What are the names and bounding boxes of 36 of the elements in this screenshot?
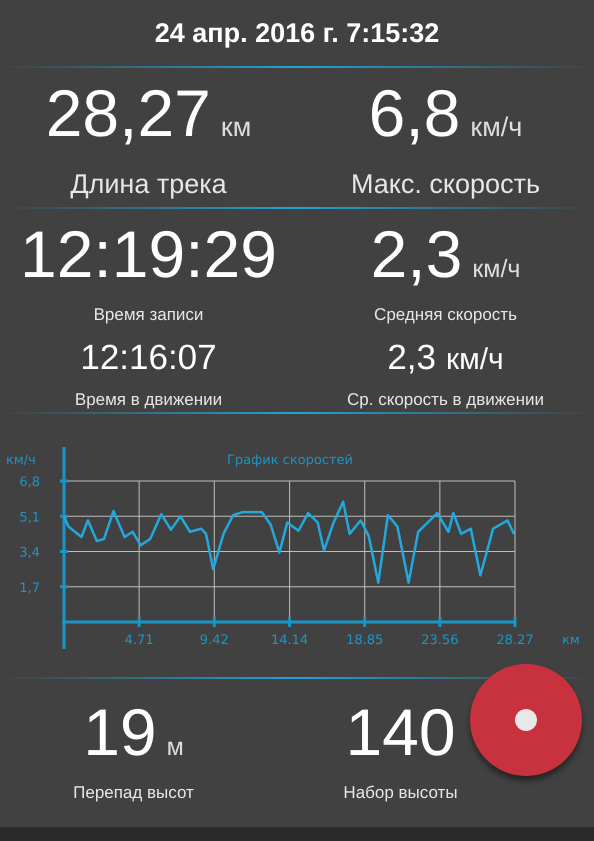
x-tick-label: 14.14 — [270, 633, 308, 648]
y-tick-label: 1,7 — [19, 580, 40, 596]
stat-label: Длина трека — [70, 168, 227, 201]
stat-value: 12:16:07 — [80, 340, 217, 374]
stat-value: 19 — [83, 699, 157, 765]
stat-unit: км/ч — [470, 114, 522, 141]
date-time-title: 24 апр. 2016 г. 7:15:32 — [154, 16, 440, 50]
stat-label: Перепад высот — [73, 782, 194, 804]
stat-unit: км/ч — [446, 344, 504, 374]
y-tick-label: 3,4 — [19, 546, 40, 560]
x-axis-label: км — [562, 633, 580, 648]
x-tick-label: 23.56 — [421, 633, 458, 648]
stat-unit: км — [220, 114, 252, 141]
x-tick-label: 28.27 — [496, 633, 534, 648]
stat-unit: км/ч — [472, 257, 520, 282]
stat-label: Ср. скорость в движении — [347, 388, 544, 410]
y-tick-label: 5,1 — [19, 510, 40, 526]
stat-unit: м — [166, 735, 184, 760]
stat-value: 2,3 — [387, 340, 436, 374]
y-axis-label: км/ч — [6, 453, 36, 468]
y-tick-label: 6,8 — [19, 475, 40, 490]
stat-label: Макс. скорость — [350, 168, 540, 201]
stat-value: 6,8 — [368, 80, 460, 146]
stat-value: 12:19:29 — [20, 221, 277, 287]
record-dot-icon — [515, 709, 537, 731]
x-tick-label: 18.85 — [346, 633, 384, 648]
stat-value: 28,27 — [46, 80, 211, 146]
stat-label: Время в движении — [74, 388, 222, 410]
stat-value: 2,3 — [370, 221, 462, 287]
chart-title: График скоростей — [226, 453, 354, 468]
x-tick-label: 4.71 — [124, 633, 154, 648]
stat-label: Время записи — [94, 304, 204, 326]
x-tick-label: 9.42 — [200, 633, 229, 648]
stat-label: Средняя скорость — [374, 304, 517, 326]
stat-value: 140 — [345, 699, 456, 765]
stat-label: Набор высоты — [343, 782, 458, 804]
